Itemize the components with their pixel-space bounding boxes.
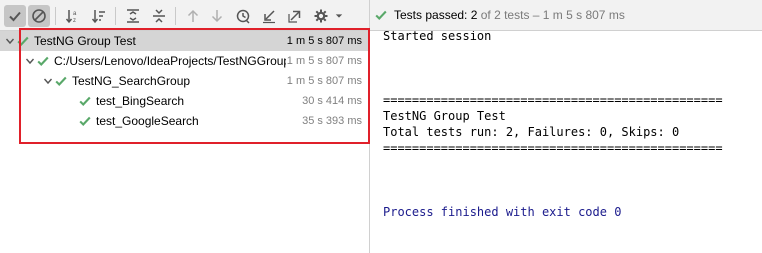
tree-row-duration: 1 m 5 s 807 ms [286,55,362,67]
passed-check-icon [79,116,91,127]
sort-duration-icon [91,10,105,24]
test-results-tree: TestNG Group Test 1 m 5 s 807 ms C:/User… [0,28,370,253]
next-failed-button[interactable] [206,5,228,27]
console-output[interactable]: Started session ========================… [371,31,762,253]
console-line: ========================================… [383,93,723,107]
settings-button[interactable] [310,5,332,27]
passed-check-icon [55,76,67,87]
tree-row-root[interactable]: TestNG Group Test 1 m 5 s 807 ms [0,31,368,51]
chevron-down-icon[interactable] [4,35,16,47]
console-line: TestNG Group Test [383,109,506,123]
gear-icon [314,9,328,23]
tree-row-test[interactable]: test_GoogleSearch 35 s 393 ms [0,111,368,131]
check-icon [9,11,21,22]
console-line: Started session [383,31,492,43]
passed-check-icon [79,96,91,107]
sort-alpha-icon: az [65,10,77,24]
tree-row-label: TestNG_SearchGroup [72,74,191,88]
test-history-button[interactable] [232,5,254,27]
test-status-bar: Tests passed: 2 of 2 tests – 1 m 5 s 807… [370,0,762,31]
console-line-exit: Process finished with exit code 0 [383,205,622,219]
tree-row-class[interactable]: TestNG_SearchGroup 1 m 5 s 807 ms [0,71,368,91]
expand-all-button[interactable] [122,5,144,27]
sort-alphabetically-button[interactable]: az [62,5,84,27]
tree-row-label: TestNG Group Test [34,34,136,48]
previous-failed-button[interactable] [182,5,204,27]
passed-check-icon [37,56,49,67]
status-detail: of 2 tests – 1 m 5 s 807 ms [480,8,625,22]
toolbar-separator [175,7,176,25]
history-icon [236,9,250,24]
check-icon [375,10,387,21]
show-ignored-button[interactable] [28,5,50,27]
tree-row-test[interactable]: test_BingSearch 30 s 414 ms [0,91,368,111]
console-line: Total tests run: 2, Failures: 0, Skips: … [383,125,680,139]
chevron-down-icon[interactable] [24,55,36,67]
status-count: 2 [470,8,478,22]
toolbar-separator [115,7,116,25]
arrow-up-icon [187,9,199,22]
tree-row-label: C:/Users/Lenovo/IdeaProjects/TestNGGroup [54,54,286,68]
no-entry-icon [32,9,46,23]
console-line: ========================================… [383,141,723,155]
tree-row-label: test_GoogleSearch [96,114,199,128]
tree-row-duration: 1 m 5 s 807 ms [286,75,362,87]
arrow-down-icon [211,10,223,23]
toolbar-separator [55,7,56,25]
settings-dropdown[interactable] [333,5,345,27]
export-tests-button[interactable] [284,5,306,27]
tree-row-duration: 35 s 393 ms [302,115,362,127]
tree-row-duration: 1 m 5 s 807 ms [286,35,362,47]
chevron-down-icon [335,14,343,18]
sort-by-duration-button[interactable] [88,5,110,27]
tree-row-module[interactable]: C:/Users/Lenovo/IdeaProjects/TestNGGroup… [0,51,368,71]
svg-text:a: a [73,11,77,17]
status-label: Tests passed: [394,8,468,22]
svg-text:z: z [73,18,76,24]
chevron-down-icon[interactable] [42,75,54,87]
tree-row-duration: 30 s 414 ms [302,95,362,107]
import-icon [263,10,275,24]
collapse-all-button[interactable] [148,5,170,27]
show-passed-button[interactable] [4,5,26,27]
collapse-all-icon [153,9,165,23]
test-runner-toolbar: az [0,0,370,31]
passed-check-icon [17,36,29,47]
export-icon [288,10,301,23]
import-tests-button[interactable] [258,5,280,27]
tree-row-label: test_BingSearch [96,94,185,108]
expand-all-icon [127,9,139,23]
